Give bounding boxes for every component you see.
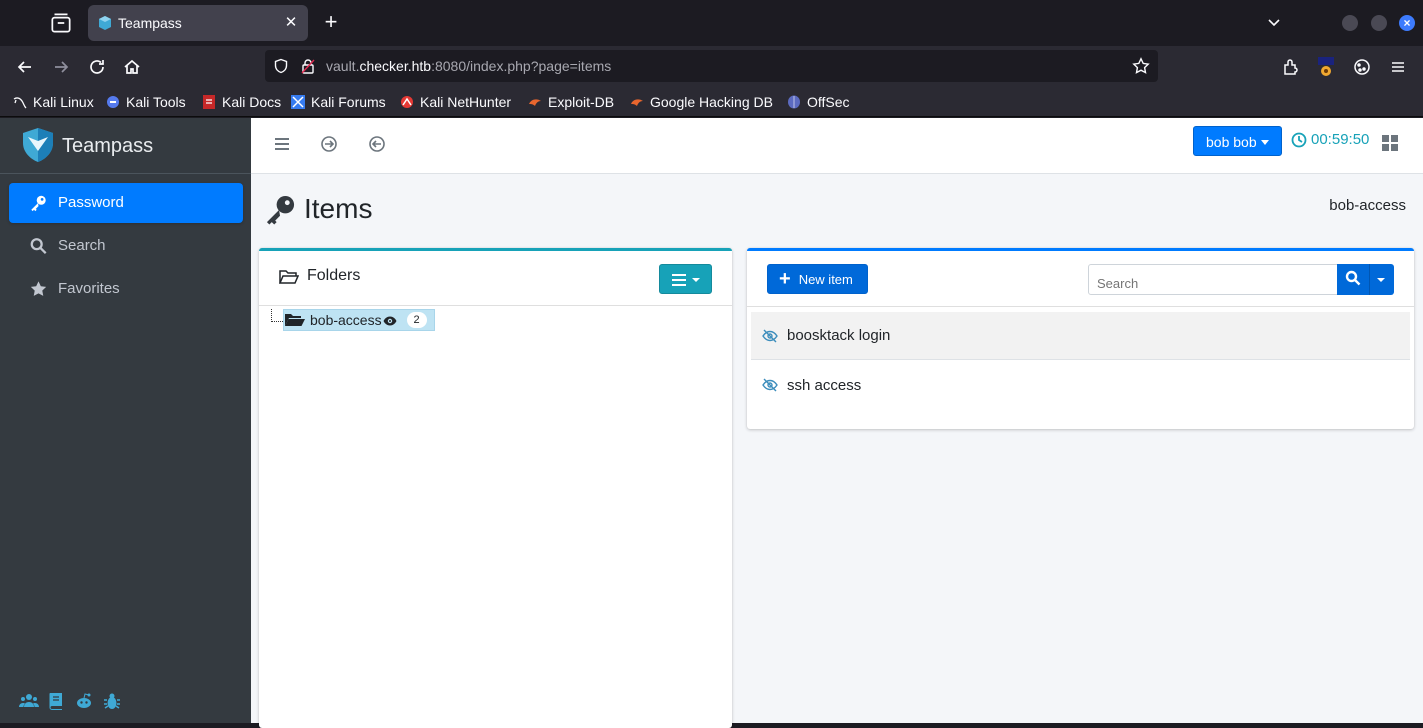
tab-strip: Teampass ✕ + × [0,0,1423,46]
items-card: + New item boosktack login [747,248,1414,429]
expand-right-icon[interactable] [319,134,339,154]
kali-nethunter-icon [400,95,414,109]
folder-item-count-badge: 2 [406,312,427,328]
chevron-down-icon[interactable] [1377,278,1385,282]
bookmark-kali-forums[interactable]: Kali Forums [291,93,386,111]
grid-apps-icon[interactable] [1381,134,1399,152]
teampass-logo-icon [21,127,55,163]
eye-slash-icon [762,329,778,343]
tab-teampass[interactable]: Teampass ✕ [88,5,308,41]
list-item[interactable]: ssh access [751,361,1410,409]
bookmark-kali-linux[interactable]: Kali Linux [13,93,94,111]
brand-name: Teampass [62,135,154,157]
folder-open-icon [285,313,305,327]
search-button[interactable] [1337,264,1394,295]
kali-forums-icon [291,95,305,109]
bookmark-kali-nethunter[interactable]: Kali NetHunter [400,93,511,111]
kali-docs-icon [202,95,216,109]
collapse-left-icon[interactable] [367,134,387,154]
teampass-app: Teampass Password Search Favorites bob b… [0,118,1423,728]
kali-tools-icon [106,95,120,109]
brand-link[interactable]: Teampass [0,118,251,174]
sidebar-item-search[interactable]: Search [9,226,243,266]
browser-window: Teampass ✕ + × vault.checker.htb:8080/in… [0,0,1423,728]
bookmark-kali-tools[interactable]: Kali Tools [106,93,186,111]
back-icon[interactable] [15,57,35,77]
app-menu-icon[interactable] [1388,57,1408,77]
key-icon [265,194,296,225]
window-close-button[interactable]: × [1399,15,1415,31]
burp-extension-icon[interactable] [1316,57,1336,77]
session-timer: 00:59:50 [1291,131,1369,148]
app-top-navbar: bob bob 00:59:50 [251,118,1423,174]
bookmark-google-hacking-db[interactable]: Google Hacking DB [630,93,773,111]
bookmark-exploit-db[interactable]: Exploit-DB [528,93,614,111]
insecure-lock-icon[interactable] [301,58,315,74]
navigation-toolbar: vault.checker.htb:8080/index.php?page=it… [0,46,1423,88]
search-icon [1345,270,1361,286]
tracking-protection-icon[interactable] [273,58,289,74]
home-icon[interactable] [122,57,142,77]
folder-tree-node[interactable]: bob-access 2 [283,309,435,331]
items-card-header: + New item [747,251,1414,307]
search-icon [29,237,48,255]
exploit-db-icon [528,95,542,109]
breadcrumb: bob-access [1329,197,1406,214]
tab-overview-icon[interactable] [48,10,74,36]
new-tab-icon[interactable]: + [320,11,342,33]
bookmark-kali-docs[interactable]: Kali Docs [202,93,281,111]
tab-close-icon[interactable]: ✕ [282,14,300,32]
list-all-tabs-icon[interactable] [1266,14,1282,30]
tab-title: Teampass [118,15,182,31]
users-icon[interactable] [19,692,39,710]
hamburger-menu-icon[interactable] [272,134,292,154]
page-title: Items [265,192,372,226]
star-icon [29,280,48,298]
key-icon [29,194,48,212]
bug-icon[interactable] [103,692,121,710]
folders-menu-button[interactable] [659,264,712,294]
bookmark-offsec[interactable]: OffSec [787,93,850,111]
teampass-favicon-icon [97,15,113,31]
kali-dragon-icon [13,95,27,109]
bookmarks-toolbar: Kali Linux Kali Tools Kali Docs Kali For… [0,88,1423,117]
window-maximize-button[interactable] [1371,15,1387,31]
chevron-down-icon [692,278,700,282]
ghdb-icon [630,95,644,109]
search-input[interactable] [1088,264,1338,295]
chevron-down-icon [1261,140,1269,145]
tree-connector [271,309,283,322]
forward-icon[interactable] [51,57,71,77]
window-minimize-button[interactable] [1342,15,1358,31]
cookie-extension-icon[interactable] [1352,57,1372,77]
reddit-icon[interactable] [75,692,93,710]
user-menu-button[interactable]: bob bob [1193,126,1282,156]
main-sidebar: Teampass Password Search Favorites [0,118,251,723]
book-icon[interactable] [47,692,65,710]
list-item[interactable]: boosktack login [751,312,1410,360]
url-text: vault.checker.htb:8080/index.php?page=it… [326,58,612,74]
bookmark-star-icon[interactable] [1132,57,1150,75]
sidebar-item-favorites[interactable]: Favorites [9,269,243,309]
folder-open-icon [278,269,300,285]
clock-icon [1291,132,1307,148]
url-bar[interactable]: vault.checker.htb:8080/index.php?page=it… [265,50,1158,82]
reload-icon[interactable] [87,57,107,77]
plus-icon: + [779,268,791,290]
folders-card-header: Folders [259,251,732,306]
eye-slash-icon [762,378,778,392]
folders-card: Folders bob-access 2 [259,248,732,728]
offsec-icon [787,95,801,109]
sidebar-item-password[interactable]: Password [9,183,243,223]
extensions-icon[interactable] [1281,57,1301,77]
eye-icon [383,314,397,326]
sidebar-footer [19,692,121,710]
new-item-button[interactable]: + New item [767,264,868,294]
bars-icon [672,273,686,286]
